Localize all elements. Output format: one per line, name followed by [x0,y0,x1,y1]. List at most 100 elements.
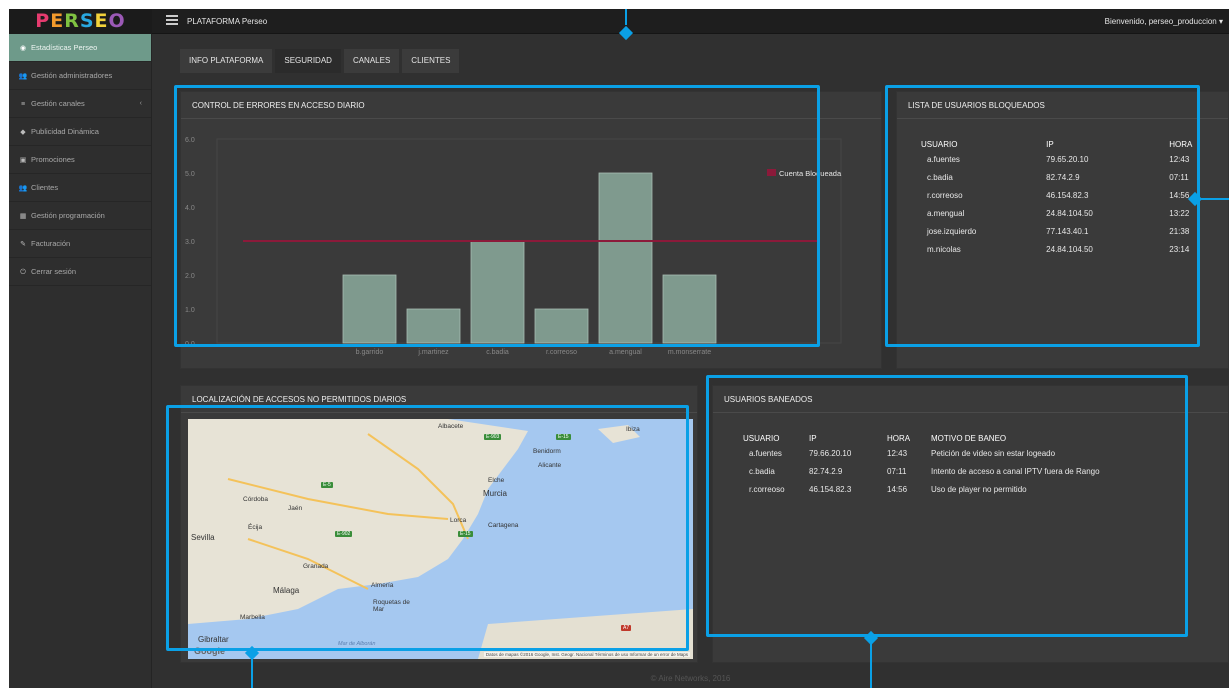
map-place-label: Sevilla [191,533,215,542]
panel-title: LISTA DE USUARIOS BLOQUEADOS [897,92,1228,119]
map-place-label: Lorca [450,517,467,524]
sidebar-item-publicidad-dinamica[interactable]: ◆ Publicidad Dinámica [9,118,151,146]
y-tick-label: 6.0 [185,137,195,144]
table-row: a.fuentes 79.65.20.10 12:43 [921,155,1211,173]
footer: © Aire Networks, 2016 [650,674,731,683]
table-row: a.mengual 24.84.104.50 13:22 [921,209,1211,227]
sidebar-item-promociones[interactable]: ▣ Promociones [9,146,151,174]
map-sea-label: Mar de Alborán [338,641,376,647]
logo-letter: S [79,10,95,32]
chevron-left-icon[interactable]: ‹ [140,90,142,117]
table-cell: c.badia [749,467,775,476]
table-cell: 14:56 [887,485,908,494]
sidebar-item-clientes[interactable]: 👥 Clientes [9,174,151,202]
table-cell: jose.izquierdo [927,227,977,236]
y-tick-label: 1.0 [185,307,195,314]
sidebar-item-gestion-administradores[interactable]: 👥 Gestión administradores [9,62,151,90]
sidebar-item-estadisticas-perseo[interactable]: ◉ Estadísticas Perseo [9,34,151,62]
legend-swatch [767,169,776,176]
bar-a.mengual [598,172,653,344]
calendar-icon: ▦ [19,213,27,220]
sidebar-item-cerrar-sesion[interactable]: ⏻ Cerrar sesión [9,258,151,286]
sidebar-item-label: Gestión administradores [31,71,113,80]
table-cell: 24.84.104.50 [1046,245,1093,254]
errors-panel: CONTROL DE ERRORES EN ACCESO DIARIO 0.0 1… [180,91,882,369]
user-menu[interactable]: Bienvenido, perseo_produccion ▾ [1105,17,1223,26]
tab-clientes[interactable]: CLIENTES [402,49,460,73]
x-tick-label: a.mengual [609,349,642,356]
bar-m.monserrate [662,274,717,344]
table-cell: 46.154.82.3 [1046,191,1089,200]
connector-line [870,640,872,688]
sidebar-item-label: Gestión canales [31,99,85,108]
list-icon: ≡ [20,101,26,108]
y-tick-label: 4.0 [185,205,195,212]
map-place-label: Roquetas de Mar [373,599,410,613]
hamburger-menu-icon[interactable] [166,15,178,25]
table-row: m.nicolas 24.84.104.50 23:14 [921,245,1211,263]
map-graphic [188,419,693,659]
x-tick-label: m.monserrate [668,349,711,356]
tab-canales[interactable]: CANALES [343,49,400,73]
road-shield: E-902 [335,531,353,537]
map-place-label: Alicante [538,462,562,469]
table-cell: 23:14 [1169,245,1190,254]
sidebar: ◉ Estadísticas Perseo 👥 Gestión administrad… [9,34,152,688]
map-place-label: Jaén [288,505,303,512]
table-cell: 12:43 [887,449,908,458]
road-shield: E-15 [458,531,473,537]
table-cell: 12:43 [1169,155,1190,164]
banned-users-panel: USUARIOS BANEADOS USUARIO IP HORA MOTIVO DE… [712,385,1229,663]
table-cell: Intento de acceso a canal IPTV fuera de … [931,467,1100,476]
sidebar-item-label: Clientes [31,183,59,192]
tab-bar: INFO PLATAFORMA SEGURIDAD CANALES CLIENTES [180,49,462,73]
sidebar-item-label: Estadísticas Perseo [31,43,98,52]
map-attribution: Datos de mapas ©2016 Google, Inst. Geogr… [483,652,690,657]
table-cell: 82.74.2.9 [1046,173,1080,182]
map-place-label: Córdoba [243,496,268,503]
table-row: a.fuentes 79.66.20.10 12:43 Petición de vid… [743,449,1171,467]
table-cell: Petición de video sin estar logeado [931,449,1056,458]
logo-letter: P [35,10,51,32]
logo-letter: E [50,10,65,32]
table-cell: 79.66.20.10 [809,449,852,458]
road-shield: E-5 [321,482,333,488]
table-cell: 13:22 [1169,209,1190,218]
map-place-label: Málaga [273,586,300,595]
sidebar-item-gestion-canales[interactable]: ≡ Gestión canales ‹ [9,90,151,118]
legend-label: Cuenta Bloqueada [779,169,842,178]
sidebar-item-gestion-programacion[interactable]: ▦ Gestión programación [9,202,151,230]
tab-seguridad[interactable]: SEGURIDAD [275,49,341,73]
app-title: PLATAFORMA Perseo [187,17,268,26]
bar-c.badia [470,240,525,344]
panel-title: USUARIOS BANEADOS [713,386,1228,413]
bar-b.garrido [342,274,397,344]
table-row: r.correoso 46.154.82.3 14:56 Uso de player … [743,485,1171,503]
x-tick-label: b.garrido [356,349,384,356]
table-cell: a.fuentes [749,449,782,458]
clients-icon: 👥 [18,185,28,192]
pen-icon: ✎ [20,241,26,248]
column-header: HORA [1169,140,1193,149]
map-place-label: Ibiza [626,426,640,433]
table-cell: 82.74.2.9 [809,467,843,476]
x-tick-label: j.martinez [417,349,449,356]
tab-info-plataforma[interactable]: INFO PLATAFORMA [180,49,273,73]
table-cell: 24.84.104.50 [1046,209,1093,218]
road-shield: E-903 [484,434,502,440]
tag-icon: ◆ [20,129,26,136]
map-place-label: Elche [488,477,505,484]
table-cell: r.correoso [749,485,785,494]
connector-line [251,655,253,688]
map[interactable]: Albacete Benidorm Alicante Elche Murcia Lorca… [188,419,693,659]
logo[interactable]: PERSEO [9,9,152,34]
blocked-users-table: USUARIO IP HORA a.fuentes 79.65.20.10 12:43 c… [921,140,1211,263]
sidebar-item-facturacion[interactable]: ✎ Facturación [9,230,151,258]
sidebar-item-label: Promociones [31,155,75,164]
main-content: INFO PLATAFORMA SEGURIDAD CANALES CLIENTES … [152,34,1229,688]
sidebar-item-label: Gestión programación [31,211,105,220]
power-icon: ⏻ [20,269,26,276]
table-cell: a.fuentes [927,155,960,164]
connector-line [1200,198,1229,200]
column-header: MOTIVO DE BANEO [931,434,1007,443]
